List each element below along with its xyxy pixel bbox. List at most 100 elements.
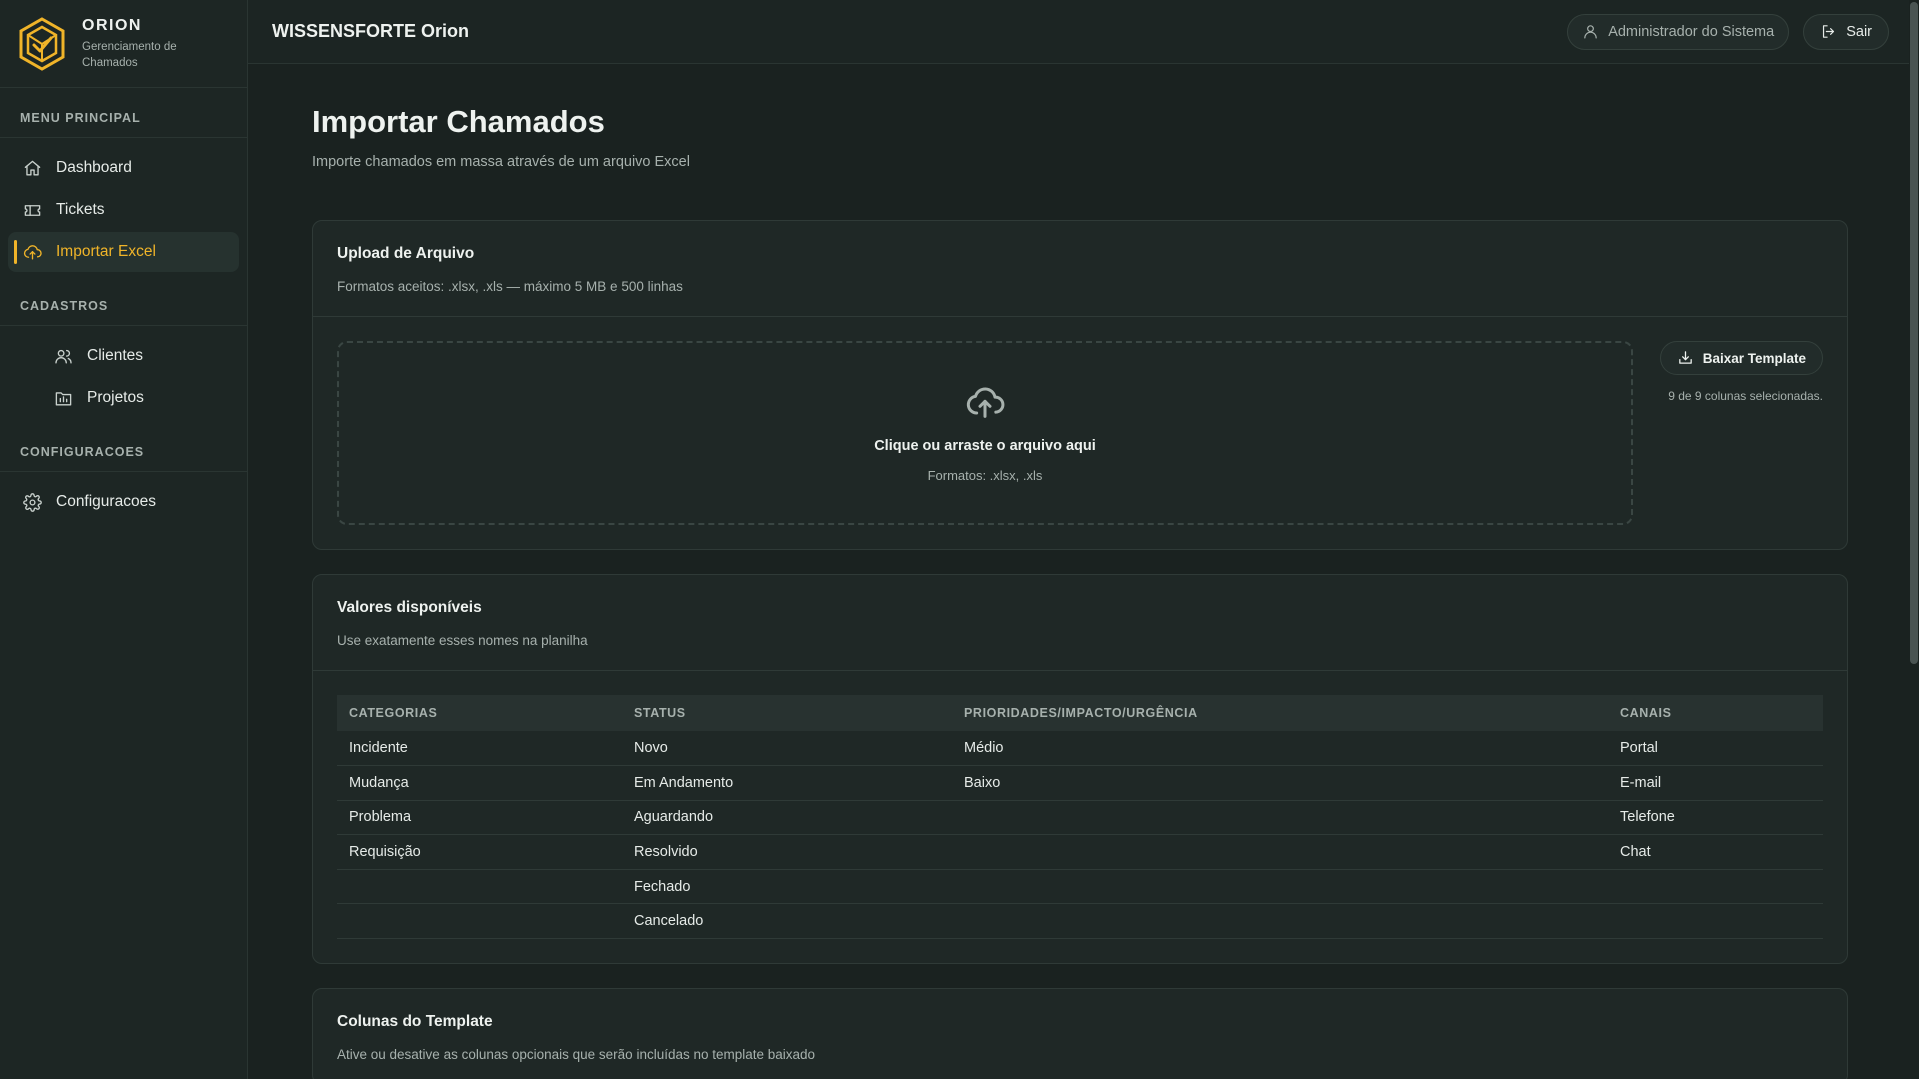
values-table-head: CATEGORIAS STATUS PRIORIDADES/IMPACTO/UR… xyxy=(337,695,1823,731)
table-cell xyxy=(337,903,622,940)
brand-subtitle: Gerenciamento de Chamados xyxy=(82,40,177,69)
file-dropzone[interactable]: Clique ou arraste o arquivo aqui Formato… xyxy=(337,341,1633,525)
table-cell xyxy=(952,834,1608,870)
table-row: Mudança Em Andamento Baixo E-mail xyxy=(337,765,1823,801)
table-cell: E-mail xyxy=(1608,765,1823,801)
table-cell xyxy=(952,903,1608,940)
column-header-status: STATUS xyxy=(622,695,952,731)
table-cell xyxy=(337,869,622,905)
table-cell: Problema xyxy=(337,800,622,836)
user-name: Administrador do Sistema xyxy=(1608,23,1775,40)
sidebar-item-label: Tickets xyxy=(56,201,105,218)
table-cell xyxy=(952,800,1608,836)
gear-icon xyxy=(22,492,42,512)
table-cell xyxy=(952,869,1608,905)
nav-configuracoes: Configuracoes xyxy=(0,472,247,536)
table-cell: Novo xyxy=(622,731,952,767)
values-table-wrap: CATEGORIAS STATUS PRIORIDADES/IMPACTO/UR… xyxy=(313,671,1847,963)
sidebar-item-label: Importar Excel xyxy=(56,243,156,260)
user-menu-button[interactable]: Administrador do Sistema xyxy=(1567,13,1790,50)
scrollbar-thumb[interactable] xyxy=(1910,2,1918,664)
values-table-body: Incidente Novo Médio Portal Mudança Em A… xyxy=(337,731,1823,940)
template-columns-card-description: Ative ou desative as colunas opcionais q… xyxy=(337,1047,816,1063)
upload-side: Baixar Template 9 de 9 colunas seleciona… xyxy=(1633,341,1823,525)
cloud-upload-icon xyxy=(22,242,42,262)
sidebar-item-dashboard[interactable]: Dashboard xyxy=(8,148,239,188)
template-columns-card-title: Colunas do Template xyxy=(337,1013,493,1031)
logout-label: Sair xyxy=(1846,23,1872,40)
sidebar-item-clientes[interactable]: Clientes xyxy=(8,336,239,376)
sidebar: ORION Gerenciamento de Chamados MENU PRI… xyxy=(0,0,248,1079)
template-columns-card-header: Colunas do Template Ative ou desative as… xyxy=(313,989,1847,1079)
values-card-header: Valores disponíveis Use exatamente esses… xyxy=(313,575,1847,671)
orion-logo-icon xyxy=(19,16,65,71)
sidebar-item-projetos[interactable]: Projetos xyxy=(8,378,239,418)
table-cell xyxy=(1608,869,1823,905)
sidebar-item-label: Clientes xyxy=(87,347,143,364)
values-table: CATEGORIAS STATUS PRIORIDADES/IMPACTO/UR… xyxy=(337,695,1823,940)
upload-body: Clique ou arraste o arquivo aqui Formato… xyxy=(313,317,1847,549)
table-cell: Incidente xyxy=(337,731,622,767)
table-row: Problema Aguardando Telefone xyxy=(337,800,1823,836)
column-header-categorias: CATEGORIAS xyxy=(337,695,622,731)
upload-card-description: Formatos aceitos: .xlsx, .xls — máximo 5… xyxy=(337,279,683,294)
top-bar: WISSENSFORTE Orion Administrador do Sist… xyxy=(248,0,1919,64)
ticket-icon xyxy=(22,200,42,220)
download-icon xyxy=(1677,349,1695,367)
table-cell: Em Andamento xyxy=(622,765,952,801)
columns-selected-count: 9 de 9 colunas selecionadas. xyxy=(1668,389,1823,403)
table-cell: Telefone xyxy=(1608,800,1823,836)
table-cell xyxy=(1608,903,1823,940)
users-icon xyxy=(53,346,73,366)
table-cell: Mudança xyxy=(337,765,622,801)
table-cell: Fechado xyxy=(622,869,952,905)
page-title: Importar Chamados xyxy=(312,104,605,139)
brand-text: ORION Gerenciamento de Chamados xyxy=(82,17,202,71)
sidebar-item-importar-excel[interactable]: Importar Excel xyxy=(8,232,239,272)
section-title-configuracoes: CONFIGURACOES xyxy=(0,432,247,472)
values-card-description: Use exatamente esses nomes na planilha xyxy=(337,633,588,648)
sidebar-item-configuracoes[interactable]: Configuracoes xyxy=(8,482,239,522)
page-subtitle: Importe chamados em massa através de um … xyxy=(312,154,690,170)
main-content: Importar Chamados Importe chamados em ma… xyxy=(312,64,1848,1079)
upload-card: Upload de Arquivo Formatos aceitos: .xls… xyxy=(312,220,1848,550)
table-cell: Resolvido xyxy=(622,834,952,870)
table-row: Incidente Novo Médio Portal xyxy=(337,731,1823,767)
table-row: Cancelado xyxy=(337,903,1823,940)
upload-card-header: Upload de Arquivo Formatos aceitos: .xls… xyxy=(313,221,1847,317)
page-scrollbar[interactable] xyxy=(1909,0,1919,1079)
logout-icon xyxy=(1820,23,1838,41)
home-icon xyxy=(22,158,42,178)
user-icon xyxy=(1582,23,1600,41)
logout-button[interactable]: Sair xyxy=(1803,13,1889,50)
section-title-cadastros: CADASTROS xyxy=(0,286,247,326)
values-card: Valores disponíveis Use exatamente esses… xyxy=(312,574,1848,965)
table-cell: Aguardando xyxy=(622,800,952,836)
column-header-prioridades: PRIORIDADES/IMPACTO/URGÊNCIA xyxy=(952,695,1608,731)
app-title: WISSENSFORTE Orion xyxy=(272,21,470,41)
download-template-button[interactable]: Baixar Template xyxy=(1659,341,1823,375)
download-template-label: Baixar Template xyxy=(1702,350,1806,366)
table-cell: Chat xyxy=(1608,834,1823,870)
nav-cadastros: Clientes Projetos xyxy=(0,326,247,432)
sidebar-item-label: Dashboard xyxy=(56,159,132,176)
section-title-menu-principal: MENU PRINCIPAL xyxy=(0,88,247,138)
table-cell: Médio xyxy=(952,731,1608,767)
table-cell: Requisição xyxy=(337,834,622,870)
dropzone-title: Clique ou arraste o arquivo aqui xyxy=(874,438,1096,454)
sidebar-item-label: Configuracoes xyxy=(56,493,156,510)
cloud-upload-icon xyxy=(965,383,1005,428)
table-row: Requisição Resolvido Chat xyxy=(337,834,1823,870)
table-cell: Baixo xyxy=(952,765,1608,801)
table-header-row: CATEGORIAS STATUS PRIORIDADES/IMPACTO/UR… xyxy=(337,695,1823,731)
table-cell: Portal xyxy=(1608,731,1823,767)
upload-card-title: Upload de Arquivo xyxy=(337,245,475,262)
column-header-canais: CANAIS xyxy=(1608,695,1823,731)
values-card-title: Valores disponíveis xyxy=(337,599,482,616)
template-columns-card: Colunas do Template Ative ou desative as… xyxy=(312,988,1848,1079)
folder-chart-icon xyxy=(53,388,73,408)
table-row: Fechado xyxy=(337,869,1823,905)
sidebar-item-tickets[interactable]: Tickets xyxy=(8,190,239,230)
brand-name: ORION xyxy=(82,16,142,34)
brand[interactable]: ORION Gerenciamento de Chamados xyxy=(0,0,247,88)
